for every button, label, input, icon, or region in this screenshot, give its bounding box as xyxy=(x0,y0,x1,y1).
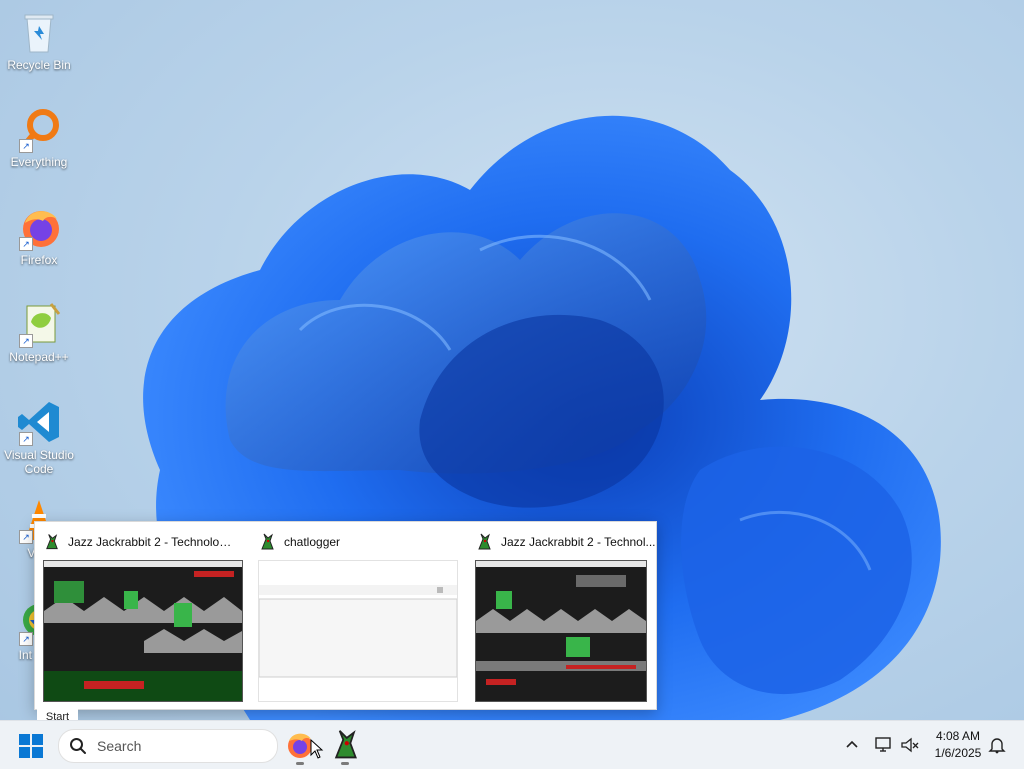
preview-card-jazz-2[interactable]: Jazz Jackrabbit 2 - Technol... xyxy=(467,522,673,709)
preview-thumbnail xyxy=(475,560,647,702)
taskbar-search-box[interactable] xyxy=(58,729,278,763)
desktop-icon-vscode[interactable]: ↗ Visual Studio Code xyxy=(2,398,76,476)
taskbar-clock[interactable]: 4:08 AM 1/6/2025 xyxy=(924,728,992,762)
chevron-up-icon[interactable] xyxy=(844,737,860,753)
vscode-icon: ↗ xyxy=(15,398,63,446)
clock-date: 1/6/2025 xyxy=(934,746,982,760)
desktop-icon-notepadpp[interactable]: ↗ Notepad++ xyxy=(2,300,76,364)
tray-notifications[interactable] xyxy=(988,721,1006,769)
start-button[interactable] xyxy=(18,733,44,759)
desktop-icon-label: Recycle Bin xyxy=(7,58,71,72)
jazz-rabbit-icon xyxy=(334,730,357,759)
clock-time: 4:08 AM xyxy=(935,729,981,743)
search-magnifier-icon: ↗ xyxy=(15,105,63,153)
network-icon xyxy=(875,737,891,752)
recycle-bin-icon xyxy=(15,8,63,56)
jazz-rabbit-icon xyxy=(46,534,58,550)
search-input[interactable] xyxy=(95,737,269,755)
notepadplusplus-icon: ↗ xyxy=(15,300,63,348)
windows-logo-icon xyxy=(19,734,43,758)
desktop-icon-label: Everything xyxy=(10,155,68,169)
preview-thumbnail xyxy=(43,560,243,702)
taskbar-app-jazz-jackrabbit[interactable] xyxy=(329,729,361,765)
preview-window-title: chatlogger xyxy=(284,535,341,549)
tray-volume[interactable] xyxy=(900,721,920,769)
tray-network[interactable] xyxy=(874,721,894,769)
taskbar: 4:08 AM 1/6/2025 xyxy=(0,720,1024,769)
preview-card-jazz-1[interactable]: Jazz Jackrabbit 2 - Technologic... xyxy=(35,522,243,709)
desktop-icon-firefox[interactable]: ↗ Firefox xyxy=(2,203,76,267)
mouse-cursor-icon xyxy=(310,739,324,759)
system-tray xyxy=(844,721,860,769)
desktop-icon-label: Visual Studio Code xyxy=(4,448,74,476)
preview-card-chatlogger[interactable]: chatlogger xyxy=(250,522,458,709)
jazz-rabbit-icon xyxy=(261,533,274,550)
firefox-icon: ↗ xyxy=(15,203,63,251)
preview-window-title: Jazz Jackrabbit 2 - Technologic... xyxy=(68,535,235,549)
desktop-icon-label: Firefox xyxy=(20,253,58,267)
volume-muted-icon xyxy=(901,737,919,753)
desktop-icon-everything[interactable]: ↗ Everything xyxy=(2,105,76,169)
preview-window-title: Jazz Jackrabbit 2 - Technol... xyxy=(501,535,656,549)
preview-thumbnail xyxy=(258,560,458,702)
desktop-icon-recycle-bin[interactable]: Recycle Bin xyxy=(2,8,76,72)
search-icon xyxy=(70,738,86,754)
taskbar-preview-flyout: Jazz Jackrabbit 2 - Technologic... chatl… xyxy=(34,521,657,710)
jazz-rabbit-icon xyxy=(478,533,491,550)
desktop-icon-label: Notepad++ xyxy=(9,350,69,364)
notification-bell-icon xyxy=(988,738,1006,754)
